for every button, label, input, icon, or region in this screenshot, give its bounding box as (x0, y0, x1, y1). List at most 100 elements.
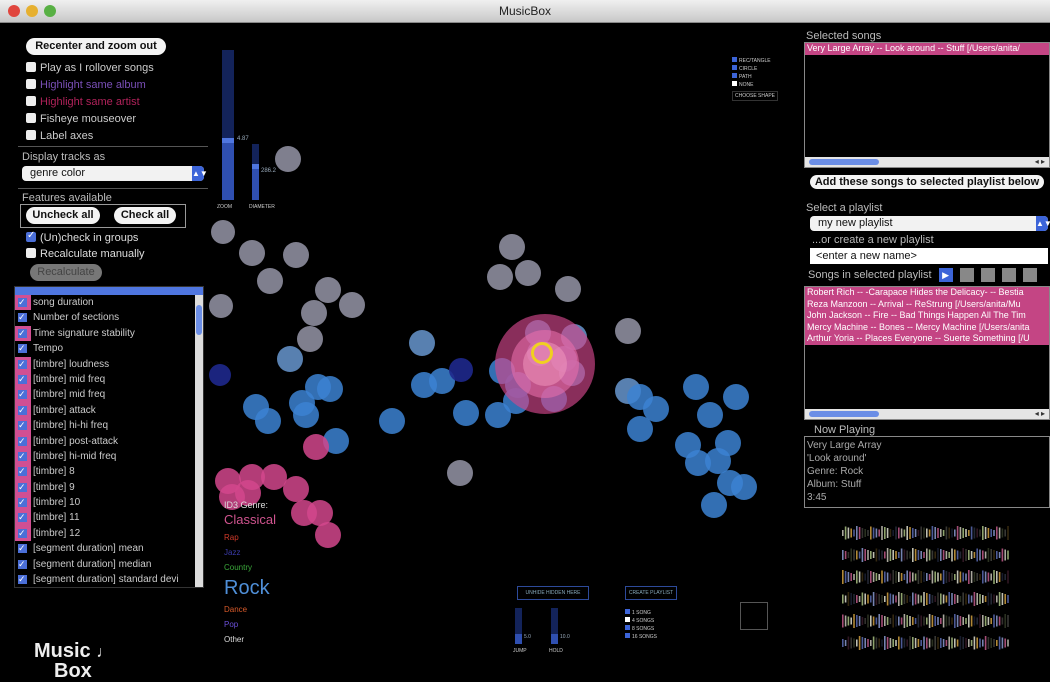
feature-item[interactable]: [timbre] mid freq (15, 387, 203, 403)
song-dot[interactable] (255, 408, 281, 434)
jump-slider[interactable] (515, 608, 522, 644)
visualization-area[interactable]: 4.87 286.2 ZOOM DIAMETER REC/TANGLE CIRCL… (205, 24, 800, 669)
song-dot[interactable] (315, 277, 341, 303)
playlist-songs-scrollbar[interactable]: ◂ ▸ (805, 409, 1049, 419)
playlist-song-row[interactable]: Robert Rich -- -Carapace Hides the Delic… (805, 287, 1049, 299)
playlist-song-row[interactable]: Mercy Machine -- Bones -- Mercy Machine … (805, 321, 1049, 333)
song-dot[interactable] (339, 292, 365, 318)
create-playlist-button[interactable]: CREATE PLAYLIST (625, 586, 677, 600)
checkbox-icon[interactable] (732, 57, 737, 62)
checkbox-icon[interactable] (18, 387, 27, 402)
song-dot[interactable] (555, 276, 581, 302)
shape-option[interactable]: PATH (732, 73, 778, 80)
choose-shape-button[interactable]: CHOOSE SHAPE (732, 91, 779, 101)
checkbox-icon[interactable] (18, 495, 27, 510)
checkbox-icon[interactable] (18, 526, 27, 541)
checkbox-icon[interactable] (26, 229, 36, 243)
genre-legend-item[interactable]: Jazz (224, 545, 276, 560)
shape-option[interactable]: NONE (732, 81, 778, 88)
radio-icon[interactable] (625, 609, 630, 614)
feature-item[interactable]: [timbre] attack (15, 402, 203, 419)
genre-legend-item[interactable]: Dance (224, 602, 276, 617)
song-dot[interactable] (701, 492, 727, 518)
zoom-slider-handle[interactable] (222, 138, 234, 143)
checkbox-icon[interactable] (732, 73, 737, 78)
song-dot[interactable] (627, 416, 653, 442)
option-item[interactable]: Play as I rollover songs (26, 61, 154, 75)
add-to-playlist-button[interactable]: Add these songs to selected playlist bel… (810, 175, 1044, 189)
feature-item[interactable]: Tempo (15, 341, 203, 356)
radio-icon[interactable] (625, 617, 630, 622)
song-dot[interactable] (409, 330, 435, 356)
option-item[interactable]: Highlight same artist (26, 95, 140, 109)
checkbox-icon[interactable] (26, 62, 36, 72)
feature-item[interactable]: [timbre] post-attack (15, 433, 203, 449)
song-dot[interactable] (499, 234, 525, 260)
feature-item[interactable]: [timbre] 8 (15, 464, 203, 480)
checkbox-icon[interactable] (18, 464, 27, 479)
checkbox-icon[interactable] (26, 79, 36, 89)
option-item[interactable]: Fisheye mouseover (26, 112, 136, 126)
song-dot[interactable] (209, 294, 233, 318)
checkbox-icon[interactable] (18, 372, 27, 387)
song-dot[interactable] (277, 346, 303, 372)
checkbox-icon[interactable] (26, 113, 36, 123)
display-tracks-select[interactable]: genre color ▲▼ (22, 166, 208, 181)
song-dot[interactable] (293, 402, 319, 428)
checkbox-icon[interactable] (18, 403, 27, 418)
checkbox-icon[interactable] (18, 480, 27, 495)
playlist-song-row[interactable]: Reza Manzoon -- Arrival -- ReStrung [/Us… (805, 298, 1049, 310)
song-dot[interactable] (257, 268, 283, 294)
feature-item[interactable]: [timbre] 11 (15, 510, 203, 526)
shape-option[interactable]: REC/TANGLE (732, 57, 778, 64)
checkbox-icon[interactable] (18, 295, 27, 310)
song-dot[interactable] (317, 376, 343, 402)
checkbox-icon[interactable] (18, 357, 27, 372)
song-dot[interactable] (239, 240, 265, 266)
song-dot[interactable] (705, 448, 731, 474)
feature-item[interactable]: [segment duration] mean (15, 541, 203, 556)
shape-option[interactable]: CIRCLE (732, 65, 778, 72)
song-dot[interactable] (615, 318, 641, 344)
scroll-arrows-icon[interactable]: ◂ ▸ (1035, 409, 1045, 419)
genre-legend-item[interactable]: Rap (224, 530, 276, 545)
genre-legend-item[interactable]: Rock (224, 575, 276, 602)
zoom-slider[interactable] (222, 50, 234, 200)
song-dot[interactable] (315, 522, 341, 548)
song-dot[interactable] (303, 434, 329, 460)
checkbox-icon[interactable] (18, 310, 27, 325)
playlist-song-row[interactable]: Arthur Yoria -- Places Everyone -- Suert… (805, 333, 1049, 345)
option-item[interactable]: Highlight same album (26, 78, 146, 92)
new-playlist-name-input[interactable]: <enter a new name> (810, 248, 1048, 264)
song-dot[interactable] (723, 384, 749, 410)
checkbox-icon[interactable] (18, 510, 27, 525)
song-dot[interactable] (379, 408, 405, 434)
checkbox-icon[interactable] (26, 130, 36, 140)
song-dot[interactable] (515, 260, 541, 286)
checkbox-icon[interactable] (18, 541, 27, 556)
genre-legend-item[interactable]: Classical (224, 510, 276, 530)
checkbox-icon[interactable] (732, 81, 737, 86)
scroll-thumb[interactable] (196, 305, 202, 335)
scroll-arrows-icon[interactable]: ◂ ▸ (1035, 157, 1045, 167)
checkbox-icon[interactable] (26, 96, 36, 106)
recenter-button[interactable]: Recenter and zoom out (26, 38, 166, 55)
feature-item[interactable]: [timbre] mid freq (15, 371, 203, 388)
song-dot[interactable] (447, 460, 473, 486)
song-count-option[interactable]: 16 SONGS (625, 633, 657, 640)
feature-item[interactable]: [timbre] 10 (15, 495, 203, 511)
maximize-window-button[interactable] (44, 5, 56, 17)
check-all-button[interactable]: Check all (114, 207, 176, 224)
song-dot[interactable] (209, 364, 231, 386)
next-icon[interactable] (1022, 268, 1037, 282)
feature-item[interactable]: [timbre] hi-hi freq (15, 418, 203, 434)
scroll-thumb[interactable] (809, 159, 879, 165)
diameter-slider-handle[interactable] (252, 164, 259, 169)
minimize-window-button[interactable] (26, 5, 38, 17)
uncheck-all-button[interactable]: Uncheck all (26, 207, 100, 224)
song-dot[interactable] (297, 326, 323, 352)
checkbox-icon[interactable] (18, 418, 27, 433)
song-dot[interactable] (487, 264, 513, 290)
checkbox-icon[interactable] (18, 434, 27, 449)
playlist-songs-list[interactable]: Robert Rich -- -Carapace Hides the Delic… (804, 286, 1050, 420)
